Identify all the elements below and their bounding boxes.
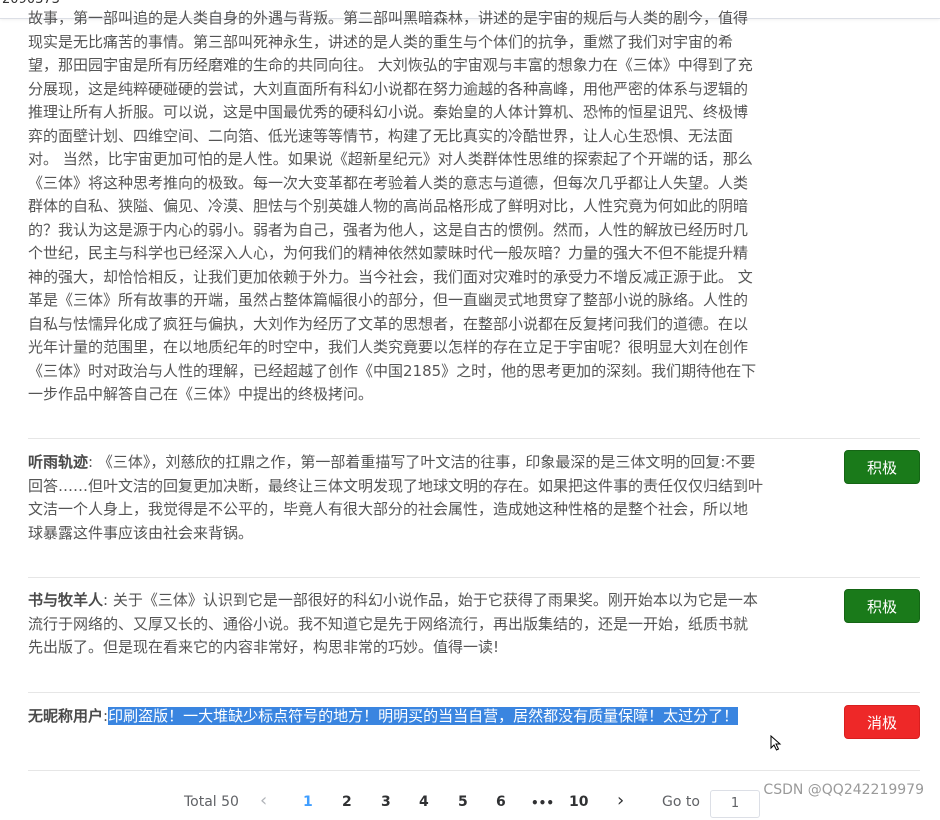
- review-author: 书与牧羊人: [28, 591, 104, 609]
- mouse-cursor-icon: [770, 735, 782, 751]
- review-divider: [28, 438, 920, 439]
- pagination-total: Total 50: [184, 794, 239, 810]
- review-text-line: 现实是无比痛苦的事情。第三部叫死神永生，讲述的是人类的重生与个体们的抗争，重燃了…: [28, 32, 734, 51]
- watermark: CSDN @QQ242219979: [763, 782, 924, 798]
- review-text-line: 故事，第一部叫追的是人类自身的外遇与背叛。第二部叫黑暗森林，讲述的是宇宙的规后与…: [28, 9, 749, 27]
- goto-label: Go to: [662, 794, 700, 810]
- review-text-line: 个世纪，民主与科学也已经深入人心，为何我们的精神依然如蒙昧时代一般灰暗？力量的强…: [28, 244, 749, 262]
- review-text-line: 回答……但叶文洁的回复更加决断，最终让三体文明发现了地球文明的存在。如果把这件事…: [28, 476, 764, 495]
- sentiment-badge-positive[interactable]: 积极: [844, 450, 920, 484]
- review-text-line: 《三体》将这种思考推向的极致。每一次大变革都在考验着人类的意志与道德，但每次几乎…: [28, 173, 749, 192]
- review-item-4: 无昵称用户:印刷盗版！一大堆缺少标点符号的地方！明明买的当当自营，居然都没有质量…: [28, 705, 739, 729]
- goto-page-input[interactable]: 1: [710, 790, 760, 818]
- review-text-line: 先出版了。但是现在看来它的内容非常好，构思非常的巧妙。值得一读!: [28, 638, 500, 656]
- review-item-2: 听雨轨迹: 《三体》，刘慈欣的扛鼎之作，第一部着重描写了叶文洁的往事，印象最深的…: [28, 451, 763, 545]
- review-text-line: 球暴露这件事应该由社会来背锅。: [28, 523, 254, 542]
- page-3-button[interactable]: 3: [381, 794, 391, 810]
- review-divider: [28, 692, 920, 693]
- page-2-button[interactable]: 2: [342, 794, 352, 810]
- page-4-button[interactable]: 4: [419, 794, 429, 810]
- review-text-line: 对。 当然，比宇宙更加可怕的是人性。如果说《超新星纪元》对人类群体性思维的探索起…: [28, 150, 753, 168]
- review-item-3: 书与牧羊人: 关于《三体》认识到它是一部很好的科幻小说作品，始于它获得了雨果奖。…: [28, 589, 758, 660]
- more-pages-icon[interactable]: •••: [531, 796, 554, 810]
- review-text-line: 自私与怯懦异化成了疯狂与偏执，大刘作为经历了文革的思想者，在整部小说都在反复拷问…: [28, 314, 749, 333]
- selected-review-text[interactable]: 印刷盗版！一大堆缺少标点符号的地方！明明买的当当自营，居然都没有质量保障！太过分…: [108, 707, 739, 725]
- review-text-line: 革是《三体》所有故事的开端，虽然占整体篇幅很小的部分，但一直幽灵式地贯穿了整部小…: [28, 291, 749, 309]
- review-text-line: 弈的面壁计划、四维空间、二向箔、低光速等等情节，构建了无比真实的冷酷世界，让人心…: [28, 126, 734, 145]
- sentiment-badge-positive[interactable]: 积极: [844, 589, 920, 623]
- prev-page-icon[interactable]: ‹: [260, 790, 267, 811]
- sentiment-badge-negative[interactable]: 消极: [844, 705, 920, 739]
- review-text-line: 《三体》时对政治与人性的理解，已经超越了创作《中国2185》之时，他的思考更加的…: [28, 361, 757, 380]
- review-divider: [28, 770, 920, 771]
- next-page-icon[interactable]: ›: [617, 790, 624, 811]
- review-author: 听雨轨迹: [28, 453, 89, 471]
- review-author: 无昵称用户: [28, 707, 104, 725]
- review-text-line: 文洁一个人身上，我觉得是不公平的，毕竟人有很大部分的社会属性，造成她这种性格的是…: [28, 500, 749, 518]
- review-text-line: 流行于网络的、又厚又长的、通俗小说。我不知道它是先于网络流行，再出版集结的，还是…: [28, 614, 749, 633]
- review-text-line: 分展现，这是纯粹硬碰硬的尝试，大刘直面所有科幻小说都在努力逾越的各种高峰，用他严…: [28, 79, 749, 98]
- page-10-button[interactable]: 10: [569, 794, 588, 810]
- review-text-line: 群体的自私、狭隘、偏见、冷漠、胆怯与个别英雄人物的高尚品格形成了鲜明对比，人性究…: [28, 197, 749, 215]
- review-divider: [28, 577, 920, 578]
- review-text-line: : 关于《三体》认识到它是一部很好的科幻小说作品，始于它获得了雨果奖。刚开始本以…: [103, 591, 758, 609]
- page-1-button[interactable]: 1: [303, 794, 313, 810]
- review-item-1: 故事，第一部叫追的是人类自身的外遇与背叛。第二部叫黑暗森林，讲述的是宇宙的规后与…: [28, 7, 756, 407]
- review-text-line: 神的强大，却恰恰相反，让我们更加依赖于外力。当今社会，我们面对灾难时的承受力不增…: [28, 267, 753, 286]
- review-text-line: : 《三体》，刘慈欣的扛鼎之作，第一部着重描写了叶文洁的往事，印象最深的是三体文…: [88, 453, 756, 471]
- review-text-line: 推理让所有人折服。可以说，这是中国最优秀的硬科幻小说。秦始皇的人体计算机、恐怖的…: [28, 103, 749, 121]
- review-text-line: 的？我认为这是源于内心的弱小。弱者为自己，强者为他人，这是自古的惯例。然而，人性…: [28, 220, 749, 239]
- page-6-button[interactable]: 6: [496, 794, 506, 810]
- review-text-line: 光年计量的范围里，在以地质纪年的时空中，我们人类究竟要以怎样的存在立足于宇宙呢？…: [28, 338, 749, 356]
- review-text-line: 一步作品中解答自己在《三体》中提出的终极拷问。: [28, 385, 374, 403]
- page-5-button[interactable]: 5: [458, 794, 468, 810]
- review-text-line: 望，那田园宇宙是所有历经磨难的生命的共同向往。 大刘恢弘的宇宙观与丰富的想象力在…: [28, 56, 753, 74]
